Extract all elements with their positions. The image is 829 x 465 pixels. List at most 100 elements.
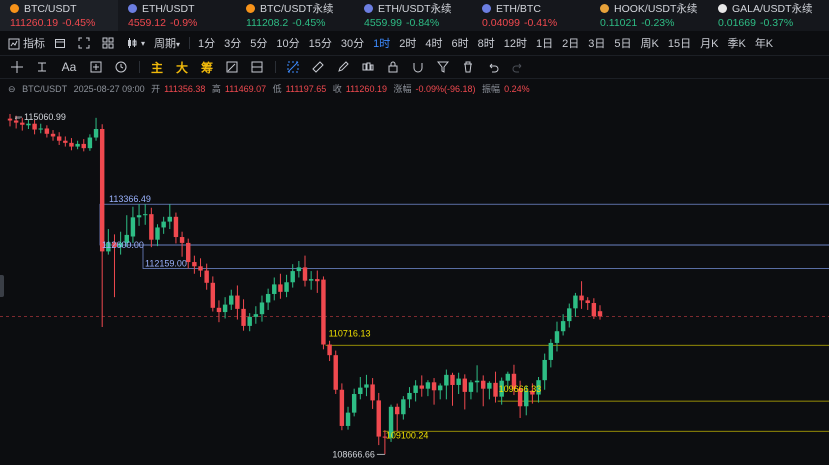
indicator-icon [8, 38, 20, 50]
interval-option[interactable]: 2日 [562, 35, 579, 51]
interval-option[interactable]: 30分 [341, 35, 364, 51]
chip-distribution-toggle[interactable]: 筹 [200, 60, 214, 75]
candle-pattern-tool[interactable] [361, 60, 375, 74]
text-tool[interactable]: Aa [60, 60, 78, 74]
ticker-quote: 0.04099 -0.41% [482, 17, 590, 29]
interval-option[interactable]: 15日 [668, 35, 691, 51]
interval-option[interactable]: 2时 [399, 35, 416, 51]
interval-toolbar: 指标 ▾ 周期▾ 1分 3分 5分 10分 15分 30分 1时 2时 4时 6时 8时 12时 1日 2… [0, 31, 829, 55]
interval-option[interactable]: 5日 [614, 35, 631, 51]
divider [139, 61, 140, 73]
ticker-name: BTC/USDT永续 [246, 2, 354, 15]
panels-icon [251, 61, 263, 73]
ticker-tab[interactable]: ETH/USDT 4559.12 -0.9% [118, 0, 236, 31]
ticker-tab[interactable]: BTC/USDT永续 111208.2 -0.45% [236, 0, 354, 31]
divider [275, 61, 276, 73]
candle-body [487, 382, 492, 389]
candle-body [437, 385, 443, 391]
ticker-tab[interactable]: HOOK/USDT永续 0.11021 -0.23% [590, 0, 708, 31]
ticker-change: -0.45% [292, 17, 326, 29]
candle-body [573, 295, 578, 309]
interval-option[interactable]: 12时 [504, 35, 527, 51]
collapse-icon[interactable]: ⊖ [8, 84, 16, 94]
candle-body [265, 293, 271, 303]
low-value: 111197.65 [285, 84, 327, 94]
candle-body [327, 344, 332, 356]
delete-tool[interactable] [461, 60, 475, 74]
ticker-quote: 0.11021 -0.23% [600, 17, 708, 29]
undo-tool[interactable] [486, 60, 500, 74]
candle-body [56, 136, 62, 141]
calendar-button[interactable] [54, 37, 69, 49]
ticker-price: 0.11021 [600, 17, 638, 29]
lock-icon [388, 61, 398, 73]
interval-option[interactable]: 月K [700, 35, 718, 51]
level-label: 110716.13 [329, 328, 371, 338]
line-draw-tool[interactable] [286, 60, 300, 74]
ticker-tab[interactable]: ETH/USDT永续 4559.99 -0.84% [354, 0, 472, 31]
text-scale-tool[interactable] [35, 60, 49, 74]
hide-drawings-tool[interactable] [225, 60, 239, 74]
interval-option[interactable]: 1分 [198, 35, 215, 51]
cross-box-icon [90, 61, 102, 73]
interval-option[interactable]: 4时 [425, 35, 442, 51]
candle-body [591, 303, 597, 317]
candle-body [87, 137, 93, 149]
interval-option[interactable]: 15分 [309, 35, 332, 51]
info-datetime: 2025-08-27 09:00 [73, 84, 145, 94]
large-order-toggle[interactable]: 大 [175, 60, 189, 75]
candle-body [161, 221, 166, 228]
ruler-icon [312, 61, 324, 73]
lock-tool[interactable] [386, 60, 400, 74]
interval-option[interactable]: 季K [727, 35, 745, 51]
ruler-tool[interactable] [311, 60, 325, 74]
layout-tool[interactable] [250, 60, 264, 74]
magnet-tool[interactable] [411, 60, 425, 74]
candle-body [50, 133, 56, 137]
drawing-toolbar: Aa 主 大 筹 [0, 55, 829, 79]
candle-body [579, 295, 584, 301]
interval-option[interactable]: 1时 [373, 35, 390, 51]
candlestick-chart[interactable]: 113366.49 112600.00112159.00 110716.13 1096… [0, 96, 829, 465]
interval-option[interactable]: 5分 [250, 35, 267, 51]
interval-option[interactable]: 6时 [452, 35, 469, 51]
interval-option[interactable]: 1日 [536, 35, 553, 51]
period-dropdown[interactable]: 周期▾ [154, 35, 180, 51]
clock-tool[interactable] [114, 60, 128, 74]
ticker-price: 111260.19 [10, 17, 59, 29]
divider [189, 37, 191, 49]
filter-tool[interactable] [436, 60, 450, 74]
undo-icon [489, 63, 499, 73]
candle-body [376, 400, 381, 437]
ticker-tab[interactable]: ETH/BTC 0.04099 -0.41% [472, 0, 590, 31]
interval-option[interactable]: 周K [641, 35, 659, 51]
crosshair-box-tool[interactable] [89, 60, 103, 74]
interval-option[interactable]: 年K [755, 35, 773, 51]
ticker-tab[interactable]: GALA/USDT永续 0.01669 -0.37% [708, 0, 826, 31]
pen-tool[interactable] [336, 60, 350, 74]
candle-body [75, 143, 80, 147]
interval-option[interactable]: 3日 [588, 35, 605, 51]
ticker-symbol: ETH/USDT [142, 2, 195, 15]
ticker-tab[interactable]: BTC/USDT 111260.19 -0.45% [0, 0, 118, 31]
candle-body [401, 399, 406, 415]
ticker-bar: BTC/USDT 111260.19 -0.45% ETH/USDT 4559.12 -0… [0, 0, 829, 31]
interval-option[interactable]: 10分 [276, 35, 299, 51]
crosshair-tool[interactable] [10, 60, 24, 74]
interval-option[interactable]: 3分 [224, 35, 241, 51]
candle-body [155, 227, 160, 240]
candle-body [290, 271, 295, 283]
ohlc-info: ⊖ BTC/USDT 2025-08-27 09:00 开 111356.38 高… [8, 82, 534, 95]
redo-tool[interactable] [511, 60, 525, 74]
candle-body [407, 392, 412, 400]
main-chart-toggle[interactable]: 主 [150, 60, 164, 75]
layout-button[interactable] [102, 37, 117, 49]
indicators-button[interactable]: 指标 [8, 35, 45, 51]
chart-type-button[interactable]: ▾ [126, 37, 145, 49]
candle-body [425, 382, 431, 389]
panel-resize-handle[interactable] [0, 275, 4, 297]
fullscreen-button[interactable] [78, 37, 93, 49]
low-price-label: 108666.66 [332, 449, 375, 459]
interval-option[interactable]: 8时 [478, 35, 495, 51]
candle-body [204, 270, 209, 283]
